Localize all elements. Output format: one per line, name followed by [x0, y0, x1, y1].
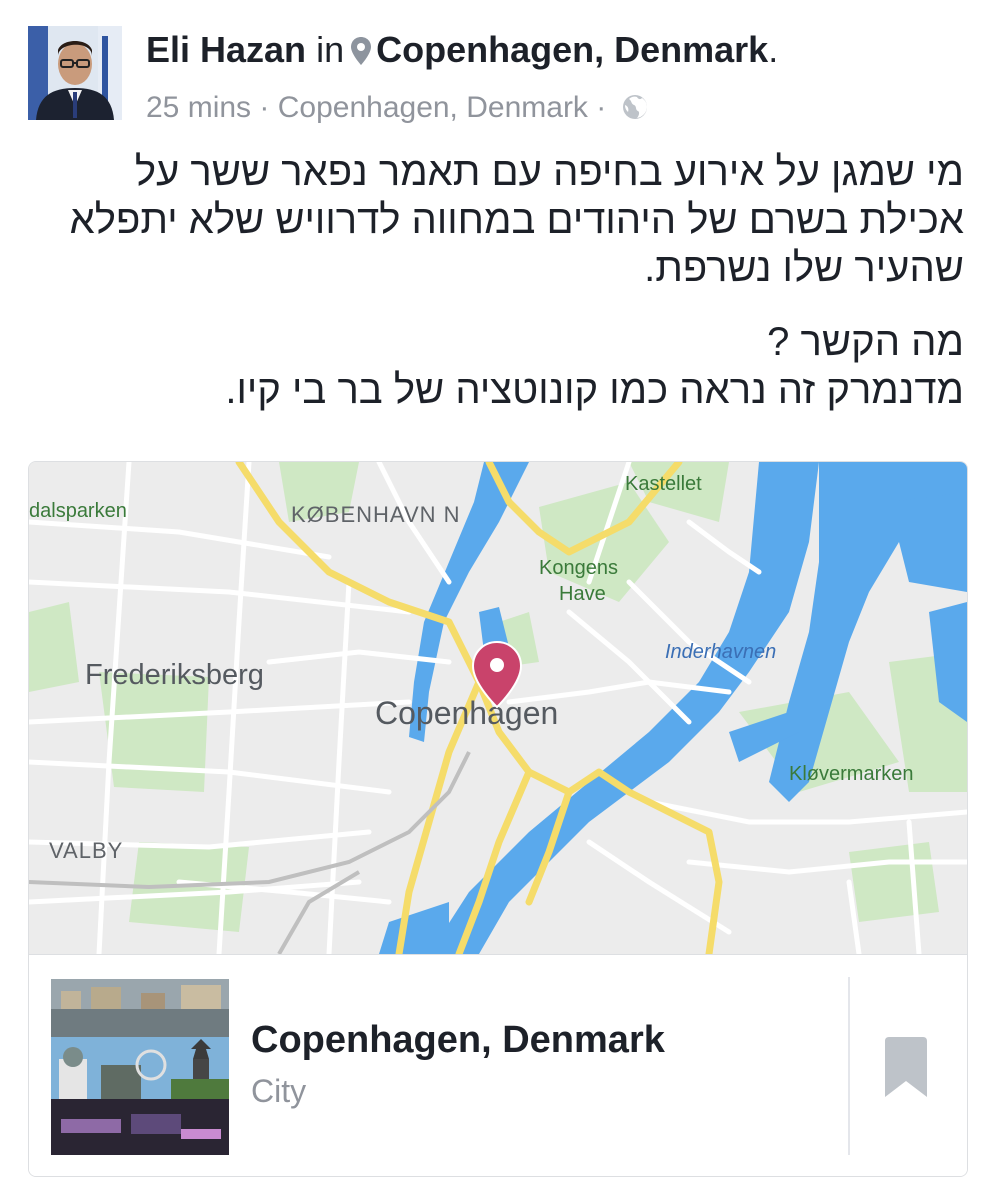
post-header: Eli Hazan in Copenhagen, Denmark. 25 mins…: [28, 26, 968, 126]
checkin-location[interactable]: Copenhagen, Denmark: [376, 29, 768, 70]
place-attachment-card[interactable]: dalsparken KØBENHAVN N Kastellet Kongens…: [28, 461, 968, 1177]
in-word: in: [316, 29, 345, 70]
meta-location[interactable]: Copenhagen, Denmark: [278, 91, 588, 124]
post-paragraph-2: מה הקשר ? מדנמרק זה נראה כמו קונוטציה של…: [30, 318, 964, 414]
post-paragraph-1: מי שמגן על אירוע בחיפה עם תאמר נפאר ששר …: [69, 150, 964, 290]
map-label-inderhavnen: Inderhavnen: [665, 641, 776, 663]
place-title[interactable]: Copenhagen, Denmark: [251, 1019, 665, 1062]
post-line-2a: מה הקשר ?: [767, 320, 964, 364]
post-meta: 25 mins · Copenhagen, Denmark ·: [146, 88, 649, 128]
map-label-copenhagen: Copenhagen: [375, 695, 558, 731]
map-label-klovermarken: Kløvermarken: [789, 763, 913, 785]
author-name[interactable]: Eli Hazan: [146, 29, 306, 70]
map-label-faelledparken: dalsparken: [29, 500, 127, 522]
bookmark-icon[interactable]: [881, 1035, 931, 1099]
footer-divider: [848, 977, 850, 1155]
post-body: מי שמגן על אירוע בחיפה עם תאמר נפאר ששר …: [30, 148, 964, 440]
location-map[interactable]: dalsparken KØBENHAVN N Kastellet Kongens…: [29, 462, 967, 954]
map-label-kongens-have-1: Kongens: [539, 557, 618, 579]
meta-separator-2: ·: [596, 91, 607, 124]
facebook-post: Eli Hazan in Copenhagen, Denmark. 25 mins…: [0, 0, 998, 1200]
map-pin-icon: [350, 32, 372, 65]
map-label-valby: VALBY: [49, 838, 123, 863]
author-line: Eli Hazan in Copenhagen, Denmark.: [146, 28, 778, 72]
post-line-2b: מדנמרק זה נראה כמו קונוטציה של בר בי קיו…: [225, 368, 964, 412]
globe-icon: [621, 92, 649, 120]
post-time[interactable]: 25 mins: [146, 91, 251, 124]
place-category: City: [251, 1073, 307, 1109]
map-label-kobenhavn-n: KØBENHAVN N: [291, 502, 461, 527]
place-info[interactable]: Copenhagen, Denmark City: [29, 954, 967, 1176]
meta-separator: ·: [259, 91, 270, 124]
map-label-kongens-have-2: Have: [559, 583, 606, 605]
map-label-frederiksberg: Frederiksberg: [85, 659, 264, 691]
place-thumbnail[interactable]: [51, 979, 229, 1155]
author-avatar[interactable]: [28, 26, 122, 120]
map-label-kastellet: Kastellet: [625, 473, 702, 495]
author-line-period: .: [768, 29, 779, 70]
